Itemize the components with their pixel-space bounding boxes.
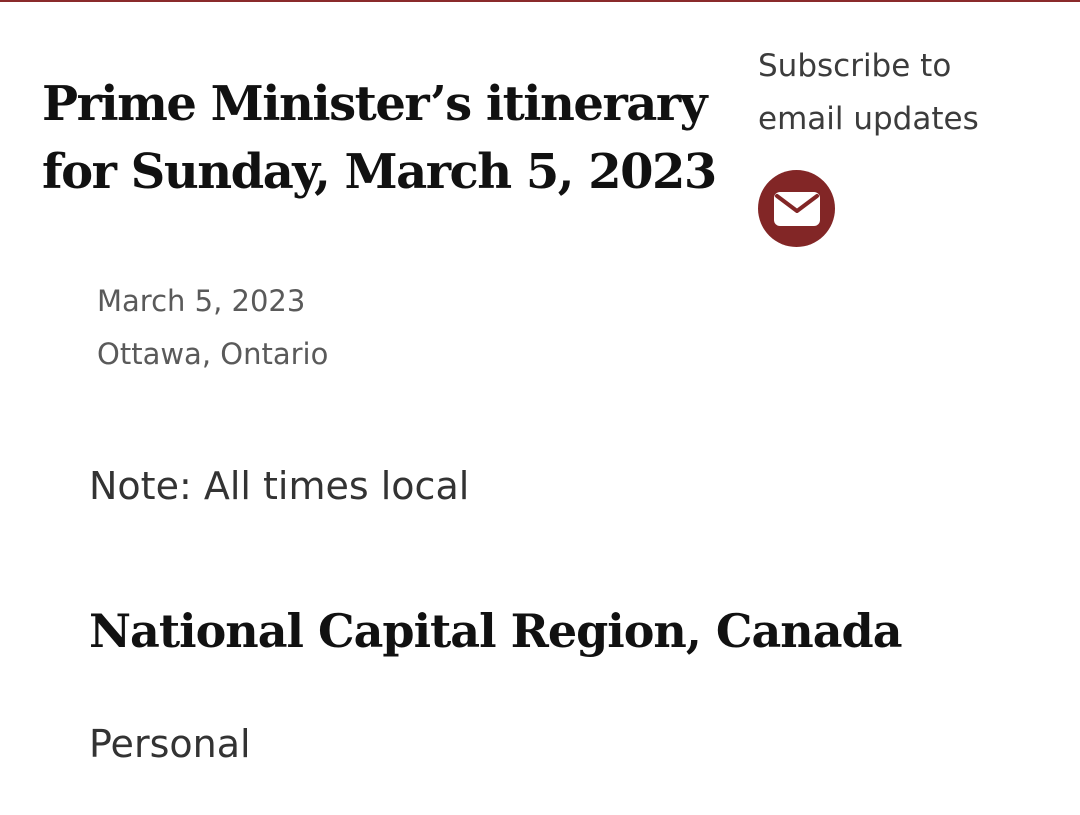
top-accent-rule (0, 0, 1080, 2)
email-subscribe-button[interactable] (758, 170, 835, 247)
subscribe-label[interactable]: Subscribe to email updates (758, 40, 1058, 146)
itinerary-item: Personal (89, 722, 251, 766)
subscribe-label-line-2[interactable]: email updates (758, 101, 979, 137)
page-title: Prime Minister’s itinerary for Sunday, M… (42, 70, 752, 206)
publish-location: Ottawa, Ontario (97, 337, 329, 371)
envelope-icon (773, 191, 820, 226)
publish-date: March 5, 2023 (97, 284, 306, 318)
page-title-line-1: Prime Minister’s itinerary (42, 76, 708, 132)
times-note: Note: All times local (89, 464, 470, 508)
subscribe-label-line-1[interactable]: Subscribe to (758, 48, 951, 84)
page-title-line-2: for Sunday, March 5, 2023 (42, 144, 717, 200)
location-heading: National Capital Region, Canada (89, 604, 903, 658)
